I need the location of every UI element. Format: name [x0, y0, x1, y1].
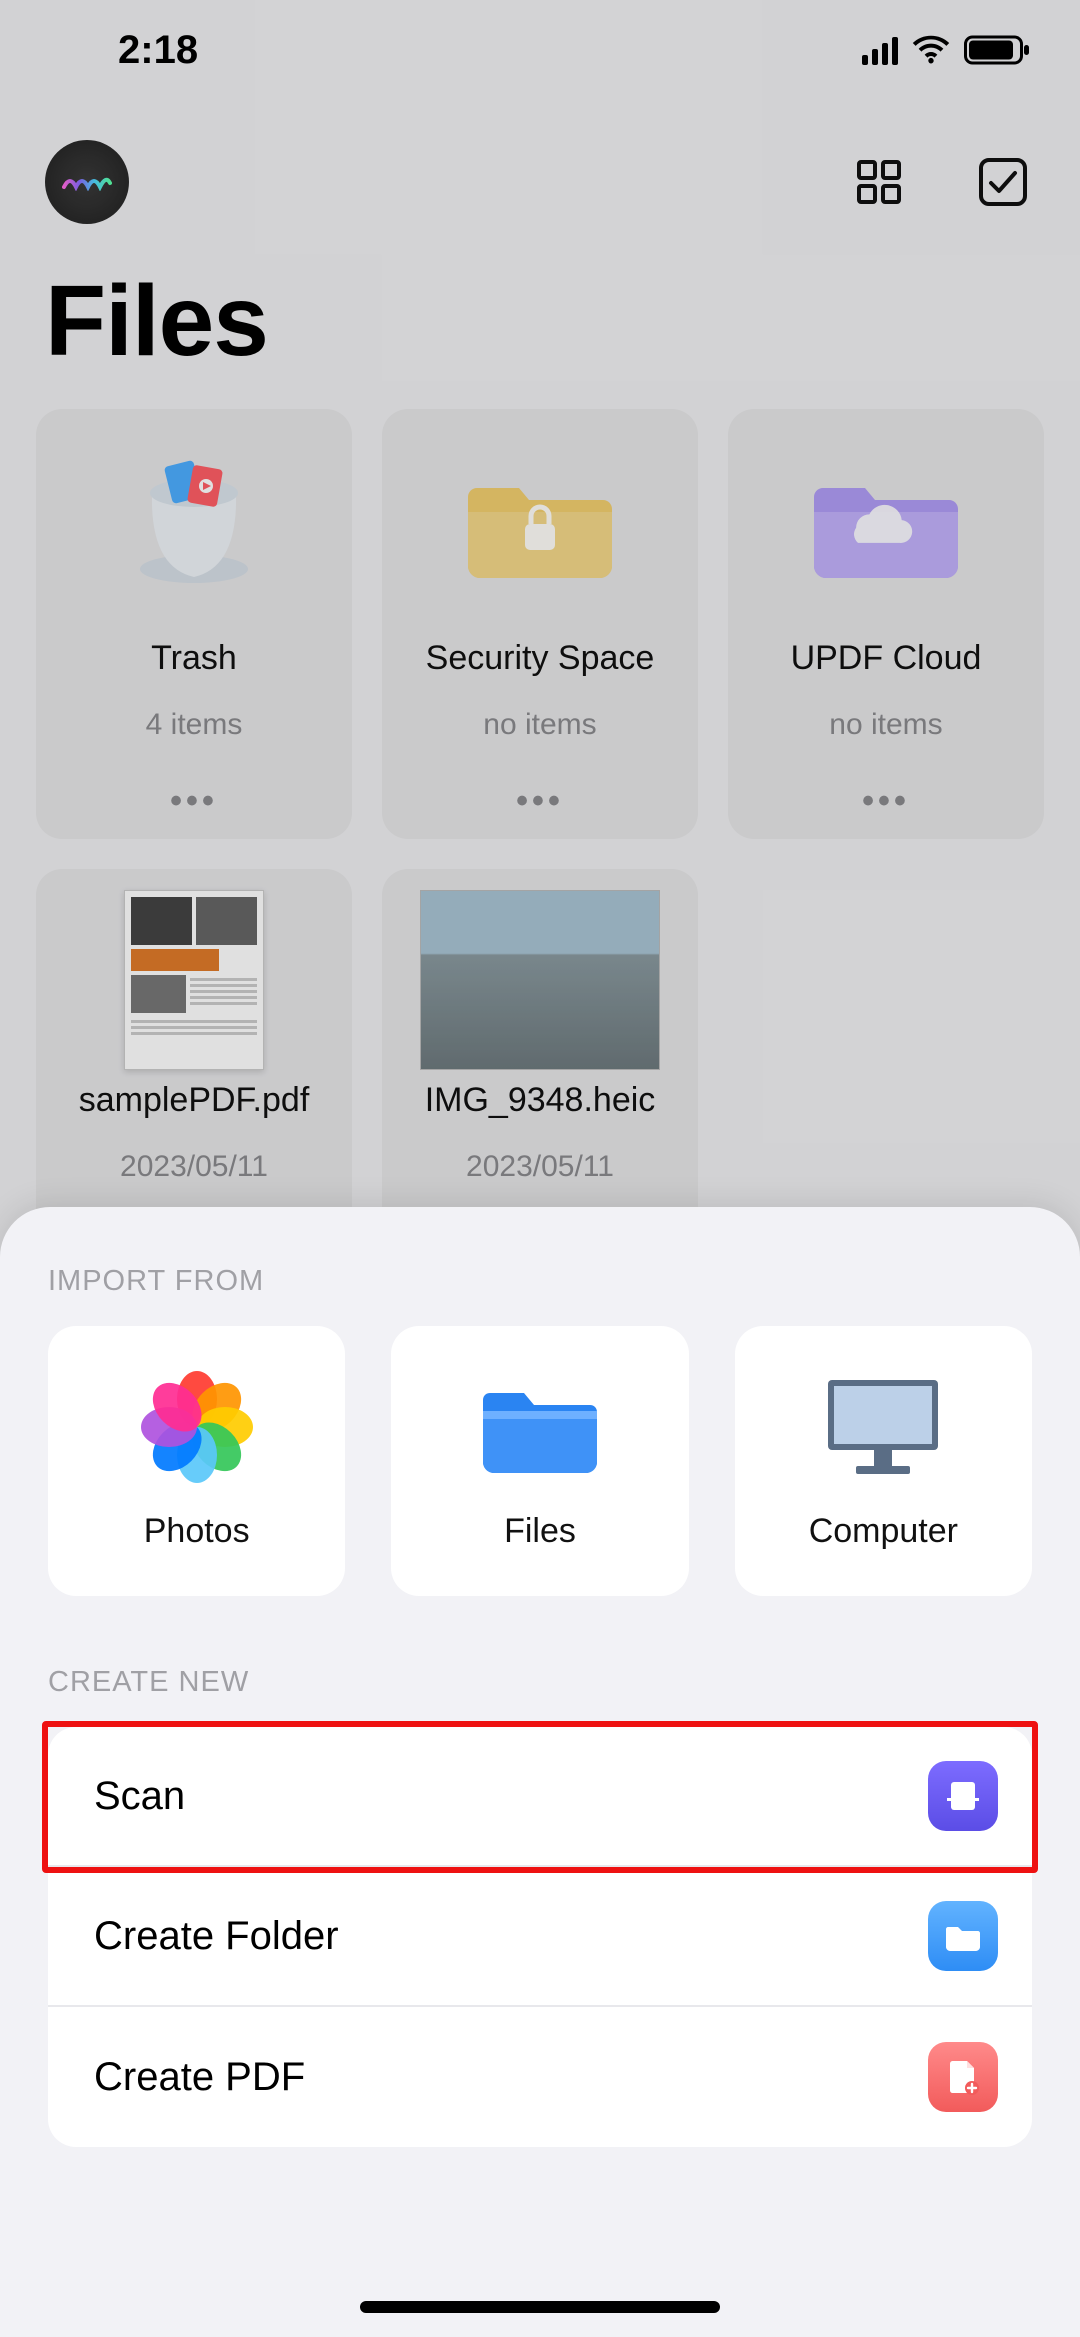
- lock-folder-icon: [450, 445, 630, 595]
- file-card-cloud[interactable]: UPDF Cloud no items •••: [728, 409, 1044, 839]
- file-name: IMG_9348.heic: [425, 1081, 656, 1120]
- photos-icon: [132, 1372, 262, 1482]
- file-name: UPDF Cloud: [791, 639, 982, 678]
- more-icon[interactable]: •••: [170, 762, 218, 821]
- pdf-icon: [928, 2042, 998, 2112]
- file-name: samplePDF.pdf: [79, 1081, 310, 1120]
- create-pdf-button[interactable]: Create PDF: [48, 2007, 1032, 2147]
- document-thumbnail: [104, 905, 284, 1055]
- folder-icon: [928, 1901, 998, 1971]
- action-sheet: IMPORT FROM Photos Files: [0, 1207, 1080, 2337]
- more-icon[interactable]: •••: [862, 762, 910, 821]
- create-label: Create Folder: [94, 1914, 339, 1959]
- file-meta: no items: [483, 708, 596, 742]
- file-meta: 4 items: [146, 708, 243, 742]
- cloud-folder-icon: [796, 445, 976, 595]
- image-thumbnail: [420, 905, 660, 1055]
- files-icon: [475, 1372, 605, 1482]
- status-icons: [862, 35, 1030, 65]
- import-section-title: IMPORT FROM: [48, 1265, 1032, 1298]
- file-name: Trash: [151, 639, 237, 678]
- create-label: Create PDF: [94, 2055, 305, 2100]
- import-label: Files: [504, 1512, 576, 1551]
- header: [0, 100, 1080, 234]
- status-time: 2:18: [118, 28, 198, 73]
- import-label: Photos: [144, 1512, 250, 1551]
- import-photos-button[interactable]: Photos: [48, 1326, 345, 1596]
- file-name: Security Space: [426, 639, 655, 678]
- file-card-trash[interactable]: Trash 4 items •••: [36, 409, 352, 839]
- file-card-security[interactable]: Security Space no items •••: [382, 409, 698, 839]
- trash-icon: [104, 445, 284, 595]
- grid-view-icon[interactable]: [852, 155, 906, 209]
- create-list: Scan Create Folder Create PDF: [48, 1727, 1032, 2147]
- file-meta: 2023/05/11: [120, 1150, 268, 1184]
- more-icon[interactable]: •••: [516, 762, 564, 821]
- status-bar: 2:18: [0, 0, 1080, 100]
- import-label: Computer: [809, 1512, 958, 1551]
- create-label: Scan: [94, 1774, 185, 1819]
- home-indicator[interactable]: [360, 2301, 720, 2313]
- create-folder-button[interactable]: Create Folder: [48, 1867, 1032, 2007]
- page-title: Files: [0, 234, 1080, 409]
- select-icon[interactable]: [976, 155, 1030, 209]
- computer-icon: [818, 1372, 948, 1482]
- file-meta: 2023/05/11: [466, 1150, 614, 1184]
- battery-icon: [964, 35, 1030, 65]
- import-files-button[interactable]: Files: [391, 1326, 688, 1596]
- scan-button[interactable]: Scan: [48, 1727, 1032, 1867]
- create-section-title: CREATE NEW: [48, 1666, 1032, 1699]
- cellular-icon: [862, 35, 898, 65]
- file-grid: Trash 4 items ••• Security Space no item…: [0, 409, 1080, 1299]
- app-logo[interactable]: [45, 140, 129, 224]
- wifi-icon: [912, 35, 950, 65]
- file-meta: no items: [829, 708, 942, 742]
- scan-icon: [928, 1761, 998, 1831]
- import-computer-button[interactable]: Computer: [735, 1326, 1032, 1596]
